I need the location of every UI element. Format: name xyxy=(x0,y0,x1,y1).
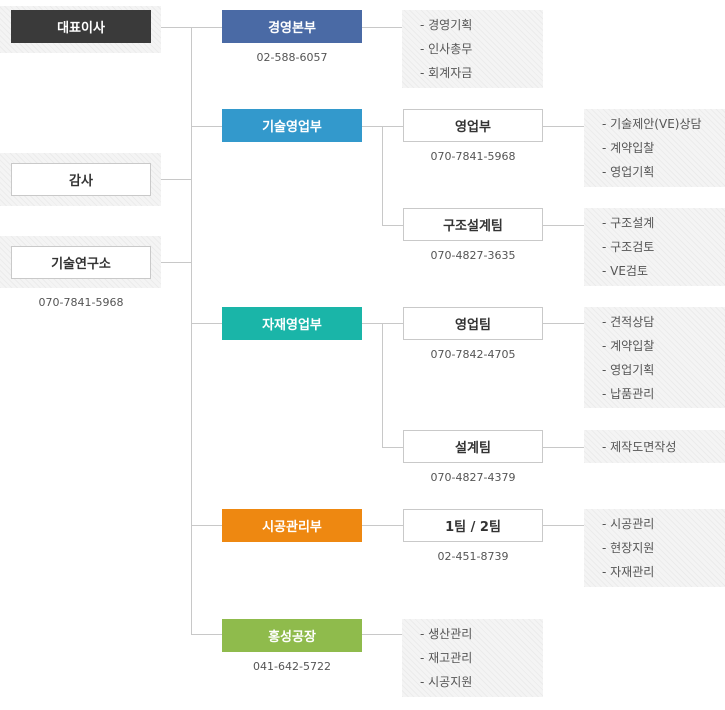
rnd-box: 기술연구소 xyxy=(11,246,151,279)
task-item: - 구조검토 xyxy=(602,240,655,254)
task-item: - 제작도면작성 xyxy=(602,439,677,454)
construction-task-list: - 시공관리 - 현장지원 - 자재관리 xyxy=(584,509,725,587)
team-sales: 영업부 xyxy=(403,109,543,142)
division-construction: 시공관리부 xyxy=(222,509,362,542)
connector-div3-team xyxy=(362,525,403,526)
structural-task-list: - 구조설계 - 구조검토 - VE검토 xyxy=(584,208,725,286)
division-tech-sales: 기술영업부 xyxy=(222,109,362,142)
ceo-box: 대표이사 xyxy=(11,10,151,43)
division-management: 경영본부 xyxy=(222,10,362,43)
task-item: - 구조설계 xyxy=(602,216,655,230)
division-factory: 홍성공장 xyxy=(222,619,362,652)
connector-div-1 xyxy=(191,126,222,127)
team-sales-phone: 070-7841-5968 xyxy=(430,150,516,163)
connector-div2-team1 xyxy=(382,447,403,448)
task-item: - 영업기획 xyxy=(602,165,655,179)
task-item: - 자재관리 xyxy=(602,565,655,579)
connector-div1-team1 xyxy=(382,225,403,226)
task-item: - 경영기획 xyxy=(420,18,473,32)
task-item: - 현장지원 xyxy=(602,541,655,555)
connector-main-trunk xyxy=(191,27,192,634)
division-factory-phone: 041-642-5722 xyxy=(253,660,331,673)
task-item: - 계약입찰 xyxy=(602,338,655,353)
audit-box: 감사 xyxy=(11,163,151,196)
team-material-sales-phone: 070-7842-4705 xyxy=(430,348,516,361)
connector-audit xyxy=(161,179,191,180)
task-item: - 기술제안(VE)상담 xyxy=(602,117,702,131)
connector-div4-tasks xyxy=(362,634,402,635)
connector-rnd xyxy=(161,262,191,263)
task-item: - 영업기획 xyxy=(602,362,655,377)
connector-team-sales-tasks xyxy=(543,126,584,127)
connector-div1-trunk xyxy=(382,126,383,225)
material-sales-task-list: - 견적상담 - 계약입찰 - 영업기획 - 납품관리 xyxy=(584,307,725,408)
task-item: - VE검토 xyxy=(602,264,649,278)
team-design-phone: 070-4827-4379 xyxy=(430,471,516,484)
task-item: - 회계자금 xyxy=(420,66,473,80)
task-item: - 생산관리 xyxy=(420,627,473,641)
connector-team-design-tasks xyxy=(543,447,584,448)
task-item: - 납품관리 xyxy=(602,386,655,401)
connector-div-4 xyxy=(191,634,222,635)
task-item: - 인사총무 xyxy=(420,42,473,56)
factory-task-list: - 생산관리 - 재고관리 - 시공지원 xyxy=(402,619,543,697)
rnd-phone: 070-7841-5968 xyxy=(38,296,124,309)
team-structural-design-phone: 070-4827-3635 xyxy=(430,249,516,262)
connector-div-0 xyxy=(191,27,222,28)
team-structural-design: 구조설계팀 xyxy=(403,208,543,241)
connector-div2-trunk xyxy=(382,323,383,447)
sales-task-list: - 기술제안(VE)상담 - 계약입찰 - 영업기획 xyxy=(584,109,725,187)
task-item: - 견적상담 xyxy=(602,314,655,329)
connector-ceo xyxy=(161,27,191,28)
task-item: - 시공지원 xyxy=(420,675,473,689)
task-item: - 계약입찰 xyxy=(602,141,655,155)
management-task-list: - 경영기획 - 인사총무 - 회계자금 xyxy=(402,10,543,88)
connector-team-construct-tasks xyxy=(543,525,584,526)
connector-team-struct-tasks xyxy=(543,225,584,226)
connector-div0-tasks xyxy=(362,27,402,28)
division-material-sales: 자재영업부 xyxy=(222,307,362,340)
connector-team-sales2-tasks xyxy=(543,323,584,324)
connector-div-3 xyxy=(191,525,222,526)
team-construction: 1팀 / 2팀 xyxy=(403,509,543,542)
team-material-sales: 영업팀 xyxy=(403,307,543,340)
design-task-list: - 제작도면작성 xyxy=(584,430,725,463)
task-item: - 시공관리 xyxy=(602,517,655,531)
task-item: - 재고관리 xyxy=(420,651,473,665)
team-design: 설계팀 xyxy=(403,430,543,463)
division-management-phone: 02-588-6057 xyxy=(256,51,328,64)
connector-div-2 xyxy=(191,323,222,324)
team-construction-phone: 02-451-8739 xyxy=(437,550,509,563)
